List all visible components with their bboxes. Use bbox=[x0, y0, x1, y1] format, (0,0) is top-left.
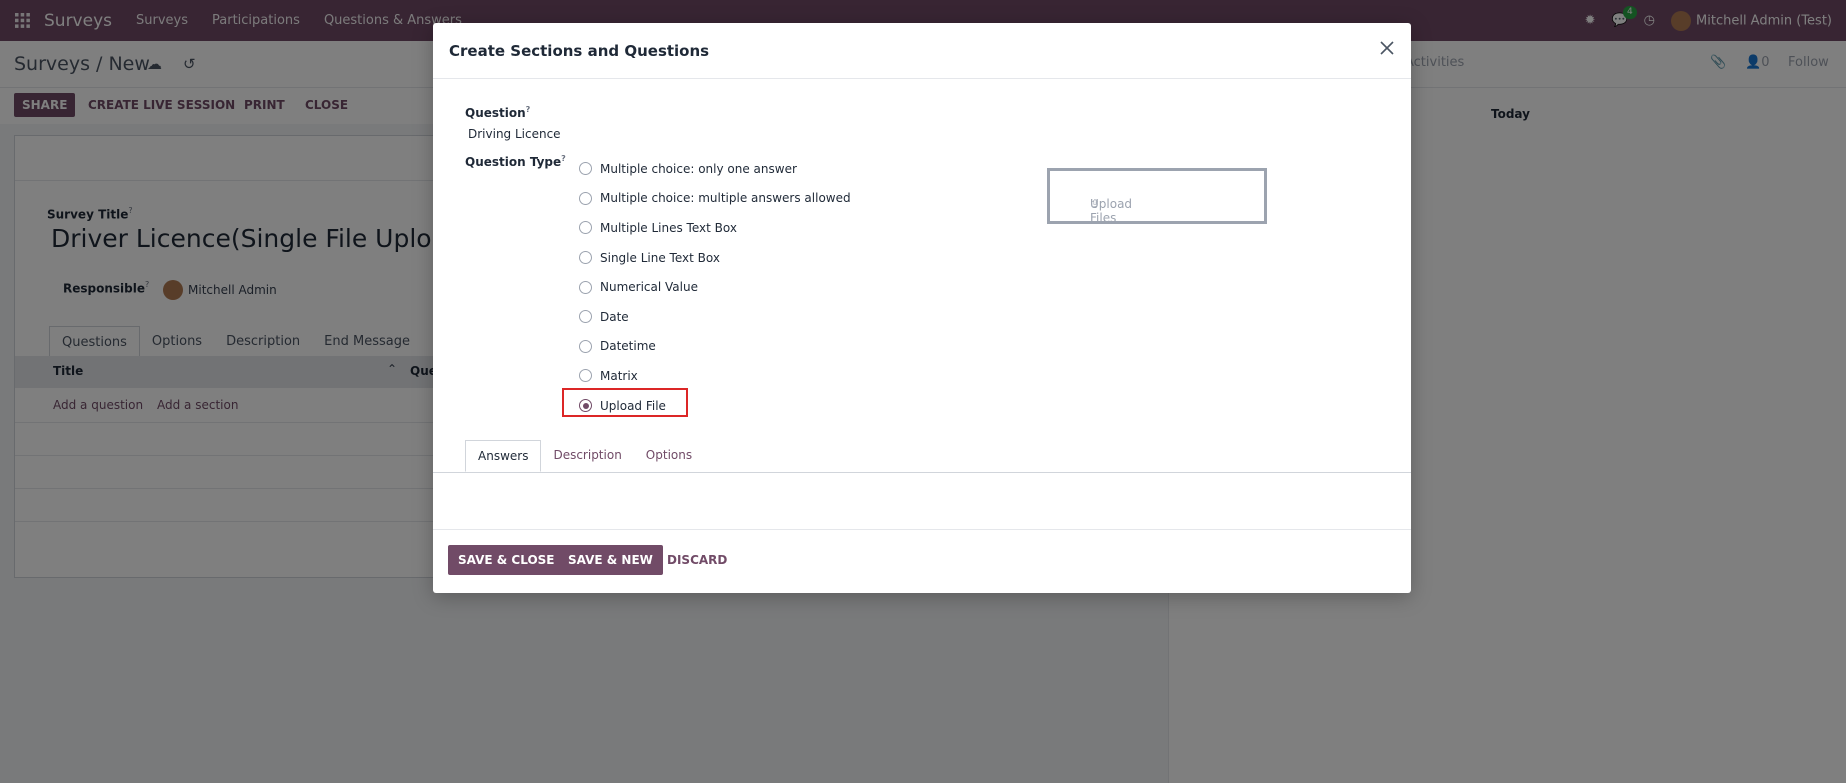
upload-files-preview: Upload Files ⇪ bbox=[1047, 168, 1267, 225]
radio-text-box[interactable]: Multiple Lines Text Box bbox=[579, 213, 851, 243]
tab-options[interactable]: Options bbox=[634, 440, 704, 472]
close-icon[interactable] bbox=[1377, 38, 1397, 58]
dialog-tabs: Answers Description Options bbox=[465, 440, 704, 472]
radio-numerical-box[interactable]: Numerical Value bbox=[579, 272, 851, 302]
upload-file-highlight bbox=[562, 388, 688, 417]
create-question-dialog: Create Sections and Questions Question? … bbox=[433, 23, 1411, 593]
radio-button[interactable] bbox=[579, 369, 592, 383]
radio-date[interactable]: Date bbox=[579, 302, 851, 332]
upload-icon: ⇪ bbox=[1090, 197, 1101, 211]
radio-button[interactable] bbox=[579, 251, 592, 265]
save-close-button[interactable]: SAVE & CLOSE bbox=[448, 545, 565, 575]
dialog-title: Create Sections and Questions bbox=[449, 42, 710, 60]
radio-multiple-choice[interactable]: Multiple choice: multiple answers allowe… bbox=[579, 184, 851, 214]
radio-button[interactable] bbox=[579, 339, 592, 353]
radio-matrix[interactable]: Matrix bbox=[579, 361, 851, 391]
radio-button[interactable] bbox=[579, 280, 592, 294]
question-type-radio-group: Multiple choice: only one answer Multipl… bbox=[579, 154, 851, 420]
save-new-button[interactable]: SAVE & NEW bbox=[558, 545, 663, 575]
radio-button[interactable] bbox=[579, 191, 592, 205]
question-input[interactable]: Driving Licence bbox=[468, 127, 561, 141]
radio-button[interactable] bbox=[579, 221, 592, 235]
dialog-header: Create Sections and Questions bbox=[433, 23, 1411, 79]
divider bbox=[433, 472, 1411, 473]
radio-button[interactable] bbox=[579, 310, 592, 324]
radio-simple-choice[interactable]: Multiple choice: only one answer bbox=[579, 154, 851, 184]
radio-char-box[interactable]: Single Line Text Box bbox=[579, 243, 851, 273]
tab-answers[interactable]: Answers bbox=[465, 440, 542, 472]
radio-button[interactable] bbox=[579, 162, 592, 176]
question-type-label: Question Type? bbox=[465, 154, 566, 169]
divider bbox=[433, 529, 1411, 530]
tab-description[interactable]: Description bbox=[541, 440, 633, 472]
discard-button[interactable]: DISCARD bbox=[667, 545, 727, 575]
question-label: Question? bbox=[465, 105, 531, 120]
radio-datetime[interactable]: Datetime bbox=[579, 332, 851, 362]
